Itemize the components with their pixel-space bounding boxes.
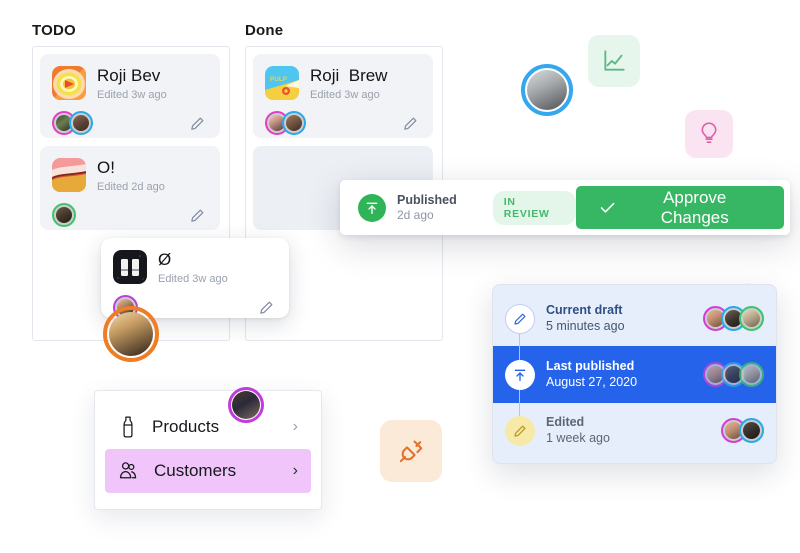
status-badge: IN REVIEW [492,190,576,225]
card-title: O! [97,158,115,177]
column-title-done: Done [245,22,284,39]
version-row-last-published[interactable]: Last published August 27, 2020 [493,346,776,403]
card-subtitle: Edited 3w ago [158,273,228,285]
bulb-tile[interactable] [685,110,733,158]
card-text: Roji Bev Edited 3w ago [97,66,167,102]
approve-changes-button[interactable]: Approve Changes [575,186,784,229]
avatar-green[interactable] [52,203,76,227]
approve-changes-label: Approve Changes [660,187,729,227]
publish-toolbar: Published 2d ago IN REVIEW Approve Chang… [340,180,790,235]
chevron-right-icon: › [292,462,298,479]
avatar-blue[interactable] [69,111,93,135]
card-roji-bev[interactable]: Roji Bev Edited 3w ago [40,54,220,138]
check-icon [600,202,615,213]
line-chart-icon [604,50,625,71]
version-title: Last published [546,359,635,373]
card-text: Roji Brew Edited 3w ago [310,66,387,102]
version-rows: Current draft 5 minutes ago Last publish… [493,291,776,458]
version-text: Current draft 5 minutes ago [546,303,692,334]
dark-thumbnail [113,250,147,284]
card-roji-brew[interactable]: PULP Roji Brew Edited 3w ago [253,54,433,138]
o-thumbnail [52,158,86,192]
pencil-icon[interactable] [258,299,275,316]
card-header: Ø Edited 3w ago [113,250,275,286]
version-row-edited[interactable]: Edited 1 week ago [493,403,776,458]
version-avatars [703,362,764,387]
version-text: Last published August 27, 2020 [546,359,692,390]
card-footer [52,111,206,135]
plug-tile[interactable] [380,420,442,482]
card-header: O! Edited 2d ago [52,158,206,194]
card-text: O! Edited 2d ago [97,158,165,194]
plug-icon [399,440,423,463]
nav-item-customers[interactable]: Customers › [105,449,311,493]
version-time: August 27, 2020 [546,375,638,389]
version-title: Edited [546,415,585,429]
publish-upload-icon [358,193,386,222]
card-subtitle: Edited 2d ago [97,181,165,193]
version-avatars [703,306,764,331]
canvas: TODO Roji Bev Edited 3w ago O! Edited 2d… [0,0,800,553]
nav-menu: Products › Customers › [94,390,322,510]
avatar-purple-ring[interactable] [228,387,264,423]
pencil-icon[interactable] [189,115,206,132]
card-subtitle: Edited 3w ago [97,89,167,101]
version-history-popover: Current draft 5 minutes ago Last publish… [492,283,777,464]
avatar-blue-ring[interactable] [521,64,574,116]
pencil-icon[interactable] [402,115,419,132]
roji-bev-thumbnail [52,66,86,100]
version-avatars [721,418,764,443]
version-time: 5 minutes ago [546,319,625,333]
chevron-right-icon: › [292,418,298,435]
version-time: 1 week ago [546,431,610,445]
card-header: PULP Roji Brew Edited 3w ago [265,66,419,102]
pencil-icon [505,303,535,334]
publish-status-time: 2d ago [397,207,434,222]
nav-item-products[interactable]: Products › [105,405,311,449]
pencil-icon[interactable] [189,207,206,224]
card-title: Ø [158,250,172,269]
publish-status-title: Published [397,192,457,207]
card-header: Roji Bev Edited 3w ago [52,66,206,102]
card-o[interactable]: O! Edited 2d ago [40,146,220,230]
avatar-blue[interactable] [282,111,306,135]
avatar-blue[interactable] [739,418,764,443]
version-row-current-draft[interactable]: Current draft 5 minutes ago [493,291,776,346]
bottle-icon [123,416,133,438]
customers-icon [119,462,137,479]
version-title: Current draft [546,303,623,317]
card-title: Roji Brew [310,66,388,85]
card-subtitle: Edited 3w ago [310,89,380,101]
thumb-label: PULP [270,76,288,83]
card-collaborators [52,111,93,135]
card-footer [52,203,206,227]
card-text: Ø Edited 3w ago [158,250,228,286]
card-title: Roji Bev [97,66,161,85]
version-text: Edited 1 week ago [546,415,710,446]
card-collaborators [265,111,306,135]
column-title-todo: TODO [32,22,76,39]
card-footer [265,111,419,135]
publish-status: Published 2d ago [397,193,457,223]
avatar-green[interactable] [739,306,764,331]
publish-upload-icon [505,359,535,390]
pencil-icon [505,415,535,446]
nav-item-label: Products [152,417,220,436]
avatar-orange-ring[interactable] [102,306,159,362]
avatar-green[interactable] [739,362,764,387]
chart-tile[interactable] [588,35,640,87]
nav-item-label: Customers [154,461,237,480]
pulp-thumbnail: PULP [265,66,299,100]
card-collaborators [52,203,76,227]
lightbulb-icon [701,122,717,143]
